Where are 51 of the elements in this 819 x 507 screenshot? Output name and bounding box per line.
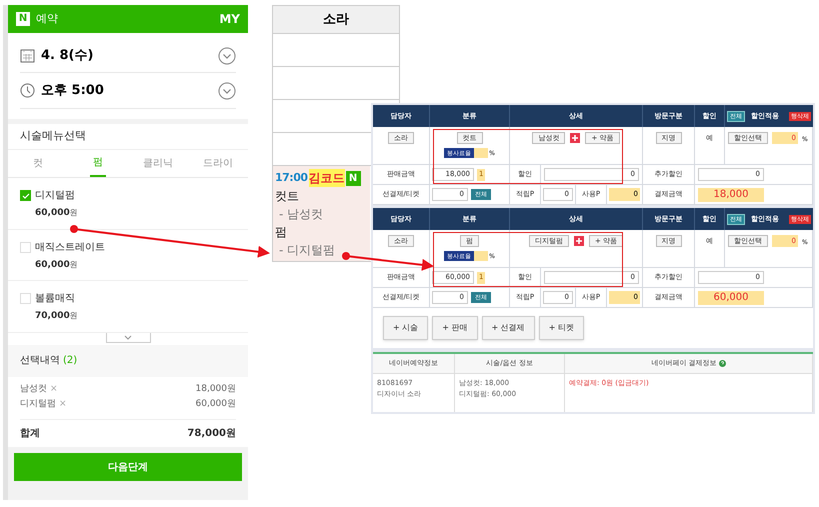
selected-price: 18,000원 bbox=[196, 383, 236, 396]
plus-icon[interactable] bbox=[574, 236, 584, 246]
add-button[interactable]: + 티켓 bbox=[538, 316, 584, 340]
checkbox[interactable] bbox=[20, 242, 31, 252]
item-price: 70,000 bbox=[35, 310, 70, 323]
add-button[interactable]: + 시술 bbox=[383, 316, 428, 340]
customer-name: 김코드 bbox=[308, 169, 345, 187]
booking-time: 17:00 bbox=[275, 170, 308, 186]
logo: N bbox=[16, 12, 30, 26]
selected-price: 60,000원 bbox=[196, 398, 236, 412]
service-line: - 디지털펌 bbox=[278, 242, 336, 259]
chevron-down-icon[interactable] bbox=[218, 46, 236, 64]
naver-badge: N bbox=[346, 170, 361, 186]
checkbox[interactable] bbox=[20, 190, 31, 201]
service-rate-field[interactable] bbox=[474, 251, 488, 261]
item-name: 매직스트레이트 bbox=[35, 240, 105, 254]
item-name: 볼륨매직 bbox=[35, 292, 75, 306]
selected-item: 디지털펌 bbox=[20, 398, 56, 412]
service-line: - 남성컷 bbox=[278, 206, 324, 223]
plus-icon[interactable] bbox=[570, 133, 580, 143]
total-price: 78,000원 bbox=[187, 426, 236, 440]
total-label: 합계 bbox=[20, 426, 40, 440]
time-text: 오후 5:00 bbox=[41, 82, 104, 100]
item-name: 디지털펌 bbox=[35, 189, 75, 203]
item-price: 60,000 bbox=[35, 258, 70, 272]
booking-card[interactable]: 17:00김코드 N 컷트 - 남성컷 펌 - 디지털펌 bbox=[273, 166, 370, 261]
item-price: 60,000 bbox=[35, 207, 70, 220]
checkbox[interactable] bbox=[20, 293, 31, 304]
price-unit: 원 bbox=[70, 310, 78, 322]
staff-header: 소라 bbox=[273, 6, 399, 34]
help-icon[interactable] bbox=[718, 360, 726, 367]
selection-count: (2) bbox=[63, 354, 78, 368]
app-title: 예약 bbox=[36, 10, 58, 27]
expand-tab[interactable] bbox=[106, 332, 150, 342]
payment-amount: 60,000 bbox=[698, 290, 764, 304]
category-line: 컷트 bbox=[275, 188, 300, 205]
selection-title: 선택내역 bbox=[20, 354, 60, 368]
service-rate-field[interactable] bbox=[474, 148, 488, 158]
add-button[interactable]: + 선결제 bbox=[482, 316, 535, 340]
price-unit: 원 bbox=[70, 207, 78, 219]
chevron-down-icon bbox=[124, 334, 132, 340]
payment-amount: 18,000 bbox=[698, 188, 764, 202]
price-unit: 원 bbox=[70, 258, 78, 270]
clock-icon bbox=[20, 83, 35, 98]
chevron-down-icon[interactable] bbox=[218, 82, 236, 100]
selected-item: 남성컷 bbox=[20, 383, 47, 396]
calendar-icon bbox=[20, 48, 35, 63]
date-text: 4. 8(수) bbox=[41, 46, 94, 65]
menu-title: 시술메뉴선택 bbox=[8, 124, 248, 150]
add-button[interactable]: + 판매 bbox=[432, 316, 478, 340]
category-line: 펌 bbox=[275, 224, 288, 241]
